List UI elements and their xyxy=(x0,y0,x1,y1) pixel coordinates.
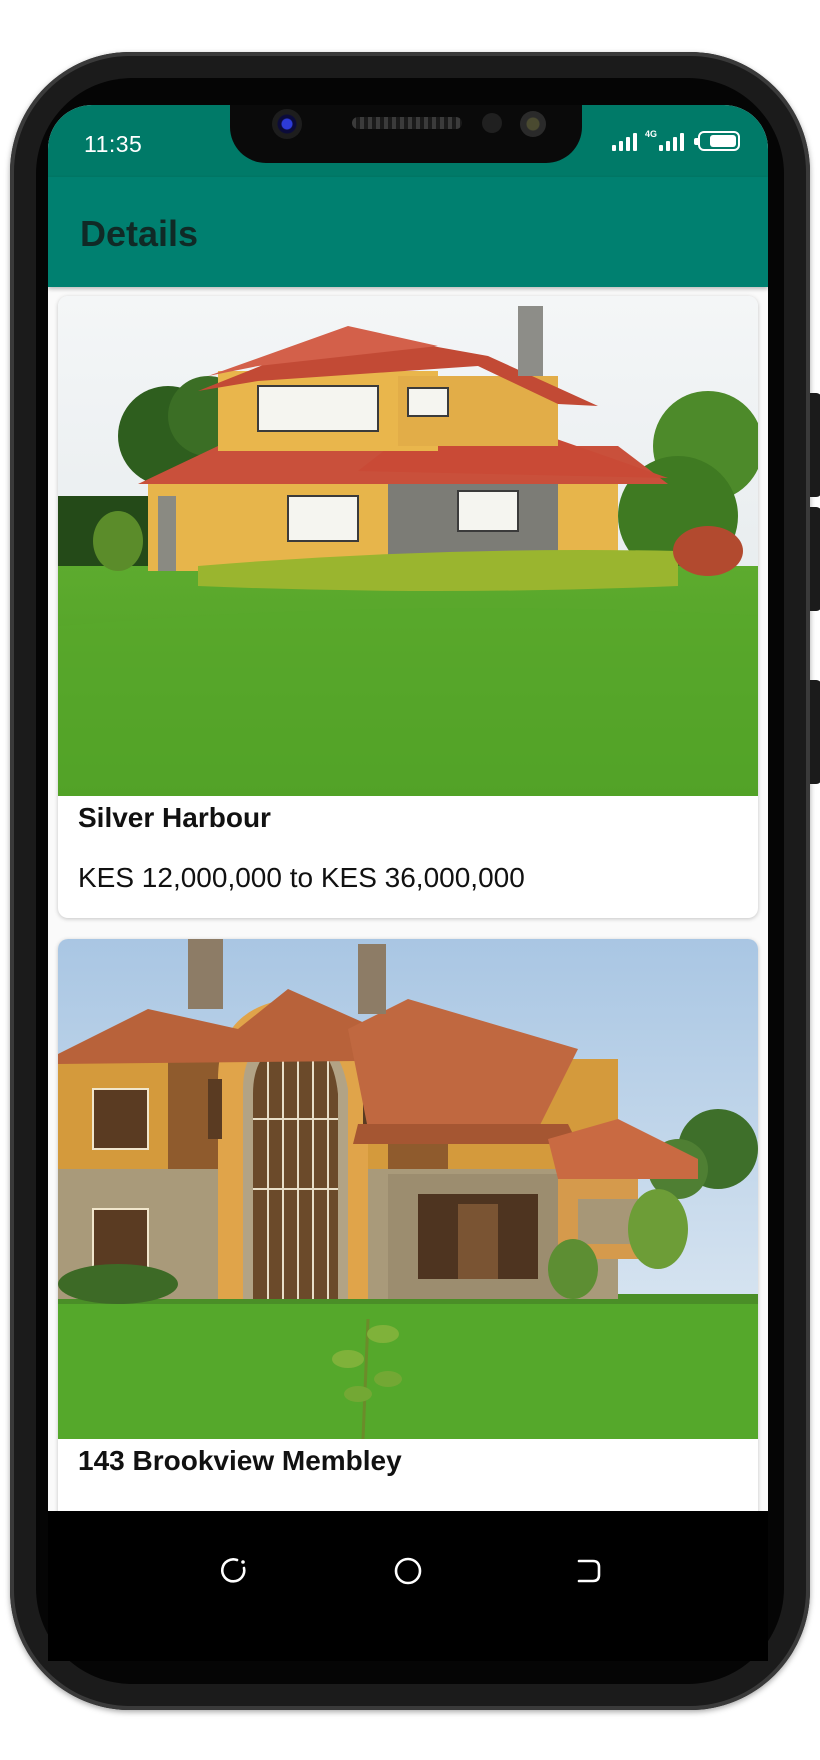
listing-price: KES 12,000,000 to KES 36,000,000 xyxy=(78,862,525,893)
earpiece-speaker xyxy=(352,117,462,129)
volume-down-button xyxy=(810,507,820,611)
volume-up-button xyxy=(810,393,820,497)
secondary-camera-icon xyxy=(520,111,546,137)
home-icon xyxy=(394,1557,422,1585)
signal-icon xyxy=(611,131,637,151)
network-type-label: 4G xyxy=(644,129,657,139)
signal-icon-secondary xyxy=(659,131,684,151)
status-icons: 4G xyxy=(611,129,740,151)
house-image xyxy=(58,939,758,1439)
proximity-sensor xyxy=(482,113,502,133)
recents-button[interactable] xyxy=(558,1541,618,1601)
camera-notch xyxy=(230,105,582,163)
status-time: 11:35 xyxy=(84,131,143,157)
page-title: Details xyxy=(80,213,199,254)
listing-list[interactable]: Silver Harbour KES 12,000,000 to KES 36,… xyxy=(48,287,768,1511)
app-bar: Details xyxy=(48,177,768,287)
front-camera-icon xyxy=(272,109,302,139)
recents-icon xyxy=(577,1559,601,1583)
screen: 11:35 4G Details Silver Harbour KES 12,0… xyxy=(48,105,768,1511)
listing-card[interactable]: Silver Harbour KES 12,000,000 to KES 36,… xyxy=(58,296,758,918)
battery-icon xyxy=(694,131,740,151)
listing-title: Silver Harbour xyxy=(78,802,271,833)
back-icon xyxy=(220,1558,246,1583)
listing-card[interactable]: 143 Brookview Membley xyxy=(58,939,758,1511)
navigation-bar xyxy=(48,1511,768,1661)
home-button[interactable] xyxy=(378,1541,438,1601)
back-button[interactable] xyxy=(204,1541,264,1601)
power-button xyxy=(810,680,820,784)
house-image xyxy=(58,296,758,796)
listing-title: 143 Brookview Membley xyxy=(78,1445,402,1476)
